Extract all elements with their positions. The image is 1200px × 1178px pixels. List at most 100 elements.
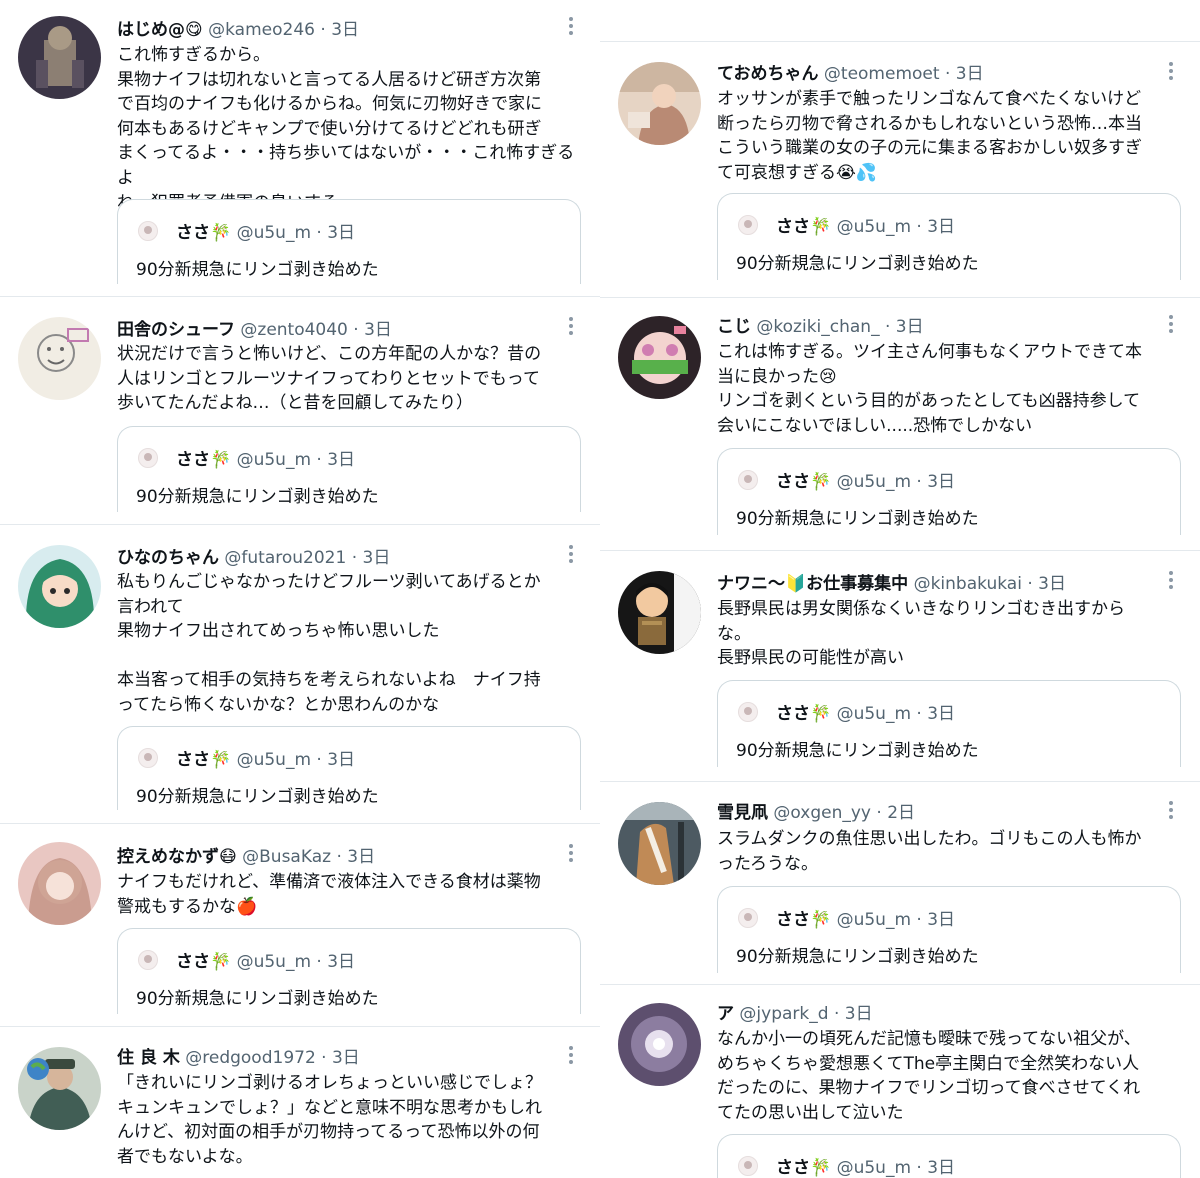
display-name[interactable]: ひなのちゃん xyxy=(117,548,219,568)
quoted-display-name: ささ🎋 xyxy=(176,952,232,972)
timestamp[interactable]: 3日 xyxy=(363,548,391,568)
display-name[interactable]: こじ xyxy=(717,317,751,337)
more-options-icon[interactable] xyxy=(1168,62,1174,83)
quoted-tweet-header: ささ🎋 @u5u_m · 3日 xyxy=(138,949,355,975)
quoted-timestamp: 3日 xyxy=(327,223,356,243)
handle[interactable]: @oxgen_yy xyxy=(773,803,871,823)
handle[interactable]: @kameo246 xyxy=(208,20,315,40)
separator-dot: · xyxy=(944,64,951,84)
timestamp[interactable]: 2日 xyxy=(887,803,915,823)
tweet-card[interactable]: ておめちゃん @teomemoet · 3日 オッサンが素手で触ったリンゴなんて… xyxy=(600,42,1200,280)
quoted-timestamp: 3日 xyxy=(927,472,956,492)
tweet-card[interactable]: こじ @koziki_chan_ · 3日 これは怖すぎる。ツイ主さん何事もなく… xyxy=(600,298,1200,535)
quoted-timestamp: 3日 xyxy=(927,704,956,724)
quoted-display-name: ささ🎋 xyxy=(176,450,232,470)
avatar[interactable] xyxy=(618,62,701,145)
display-name[interactable]: 田舎のシューフ xyxy=(117,320,235,340)
avatar[interactable] xyxy=(618,1003,701,1086)
avatar[interactable] xyxy=(18,16,101,99)
tweet-card[interactable]: 田舎のシューフ @zento4040 · 3日 状況だけで言うと怖いけど、この方… xyxy=(0,297,600,512)
display-name[interactable]: ア xyxy=(717,1004,734,1024)
timestamp[interactable]: 3日 xyxy=(845,1004,873,1024)
quoted-tweet-text: 90分新規急にリンゴ剥き始めた xyxy=(736,741,979,761)
tweet-text: オッサンが素手で触ったリンゴなんて食べたくないけど 断ったら刃物で脅されるかもし… xyxy=(717,89,1142,183)
timestamp[interactable]: 3日 xyxy=(896,317,924,337)
separator-dot: · xyxy=(916,1158,922,1178)
handle[interactable]: @kinbakukai xyxy=(914,574,1022,594)
more-options-icon[interactable] xyxy=(568,545,574,566)
handle[interactable]: @koziki_chan_ xyxy=(756,317,879,337)
separator-dot: · xyxy=(316,750,322,770)
separator-dot: · xyxy=(321,1048,327,1068)
tweet-header: 住 良 木 @redgood1972 · 3日 xyxy=(117,1045,580,1071)
tweet-header: ひなのちゃん @futarou2021 · 3日 xyxy=(117,545,580,571)
display-name[interactable]: ておめちゃん xyxy=(717,64,819,84)
more-options-icon[interactable] xyxy=(1168,315,1174,336)
more-options-icon[interactable] xyxy=(568,844,574,865)
handle[interactable]: @BusaKaz xyxy=(242,847,331,867)
timestamp[interactable]: 3日 xyxy=(332,1048,360,1068)
more-options-icon[interactable] xyxy=(1168,571,1174,592)
quoted-tweet[interactable]: ささ🎋 @u5u_m · 3日 90分新規急にリンゴ剥き始めた xyxy=(117,426,581,512)
tweet-text: これ怖すぎるから。 果物ナイフは切れないと言ってる人居るけど研ぎ方次第 で百均の… xyxy=(117,45,575,213)
tweet-card[interactable]: 住 良 木 @redgood1972 · 3日 「きれいにリンゴ剥けるオレちょっ… xyxy=(0,1027,600,1178)
quoted-avatar xyxy=(138,950,158,970)
quoted-tweet[interactable]: ささ🎋 @u5u_m · 3日 xyxy=(717,1134,1181,1178)
separator-dot: · xyxy=(336,847,342,867)
quoted-tweet[interactable]: ささ🎋 @u5u_m · 3日 90分新規急にリンゴ剥き始めた xyxy=(117,726,581,810)
avatar[interactable] xyxy=(618,316,701,399)
handle[interactable]: @jypark_d xyxy=(739,1004,828,1024)
avatar[interactable] xyxy=(18,1047,101,1130)
avatar[interactable] xyxy=(618,571,701,654)
avatar[interactable] xyxy=(18,842,101,925)
tweet-card[interactable]: ひなのちゃん @futarou2021 · 3日 私もりんごじゃなかったけどフル… xyxy=(0,525,600,810)
more-options-icon[interactable] xyxy=(1168,801,1174,822)
quoted-tweet[interactable]: ささ🎋 @u5u_m · 3日 90分新規急にリンゴ剥き始めた xyxy=(117,199,581,284)
quoted-tweet[interactable]: ささ🎋 @u5u_m · 3日 90分新規急にリンゴ剥き始めた xyxy=(717,680,1181,767)
quoted-timestamp: 3日 xyxy=(327,952,356,972)
tweet-card[interactable]: 雪見凧 @oxgen_yy · 2日 スラムダンクの魚住思い出したわ。ゴリもこの… xyxy=(600,782,1200,973)
display-name[interactable]: 住 良 木 xyxy=(117,1048,180,1068)
quoted-tweet[interactable]: ささ🎋 @u5u_m · 3日 90分新規急にリンゴ剥き始めた xyxy=(717,886,1181,973)
separator-dot: · xyxy=(916,704,922,724)
more-options-icon[interactable] xyxy=(568,17,574,38)
display-name[interactable]: はじめ@😋 xyxy=(117,20,203,40)
avatar[interactable] xyxy=(18,545,101,628)
handle[interactable]: @teomemoet xyxy=(824,64,940,84)
quoted-display-name: ささ🎋 xyxy=(776,910,832,930)
timestamp[interactable]: 3日 xyxy=(1038,574,1066,594)
timestamp[interactable]: 3日 xyxy=(364,320,392,340)
handle[interactable]: @zento4040 xyxy=(240,320,348,340)
quoted-timestamp: 3日 xyxy=(927,910,956,930)
tweet-card[interactable]: はじめ@😋 @kameo246 · 3日 これ怖すぎるから。 果物ナイフは切れな… xyxy=(0,0,600,284)
separator-dot: · xyxy=(316,223,322,243)
timestamp[interactable]: 3日 xyxy=(956,64,984,84)
tweet-text: 長野県民は男女関係なくいきなりリンゴむき出すから な。 長野県民の可能性が高い xyxy=(717,599,1125,669)
tweet-card[interactable]: ア @jypark_d · 3日 なんか小一の頃死んだ記憶も曖昧で残ってない祖父… xyxy=(600,985,1200,1178)
tweet-card[interactable]: 控えめなかず😷 @BusaKaz · 3日 ナイフもだけれど、準備済で液体注入で… xyxy=(0,824,600,1014)
separator-dot: · xyxy=(320,20,326,40)
avatar[interactable] xyxy=(18,317,101,400)
quoted-timestamp: 3日 xyxy=(327,450,356,470)
handle[interactable]: @redgood1972 xyxy=(185,1048,316,1068)
timestamp[interactable]: 3日 xyxy=(347,847,375,867)
quoted-tweet[interactable]: ささ🎋 @u5u_m · 3日 90分新規急にリンゴ剥き始めた xyxy=(717,448,1181,535)
more-options-icon[interactable] xyxy=(568,1046,574,1067)
quoted-tweet-header: ささ🎋 @u5u_m · 3日 xyxy=(138,747,355,773)
quoted-handle: @u5u_m xyxy=(836,704,912,724)
quoted-tweet[interactable]: ささ🎋 @u5u_m · 3日 90分新規急にリンゴ剥き始めた xyxy=(717,193,1181,280)
quoted-tweet[interactable]: ささ🎋 @u5u_m · 3日 90分新規急にリンゴ剥き始めた xyxy=(117,928,581,1014)
quoted-handle: @u5u_m xyxy=(836,472,912,492)
quoted-display-name: ささ🎋 xyxy=(176,223,232,243)
quoted-tweet-header: ささ🎋 @u5u_m · 3日 xyxy=(738,701,955,727)
tweet-text: ナイフもだけれど、準備済で液体注入できる食材は薬物 警戒もするかな🍎 xyxy=(117,872,541,917)
avatar[interactable] xyxy=(618,802,701,885)
more-options-icon[interactable] xyxy=(568,317,574,338)
handle[interactable]: @futarou2021 xyxy=(224,548,346,568)
display-name[interactable]: 雪見凧 xyxy=(717,803,768,823)
display-name[interactable]: ナワニ〜🔰お仕事募集中 xyxy=(717,574,908,594)
quoted-handle: @u5u_m xyxy=(836,1158,912,1178)
timestamp[interactable]: 3日 xyxy=(331,20,359,40)
display-name[interactable]: 控えめなかず😷 xyxy=(117,847,237,867)
tweet-card[interactable]: ナワニ〜🔰お仕事募集中 @kinbakukai · 3日 長野県民は男女関係なく… xyxy=(600,551,1200,767)
